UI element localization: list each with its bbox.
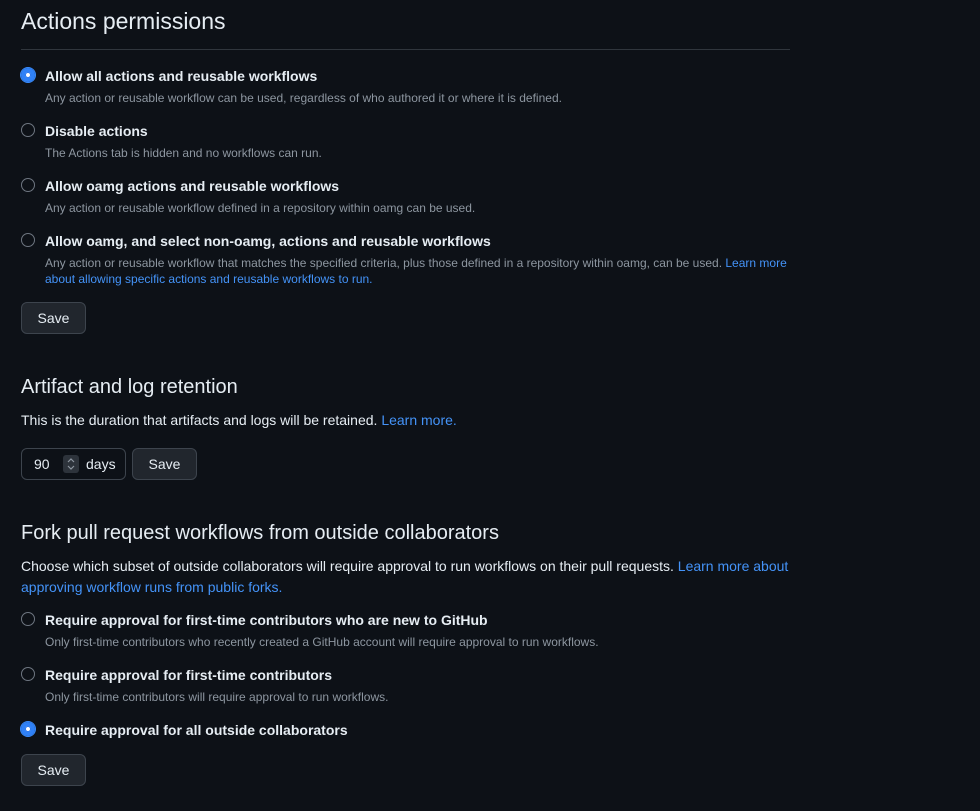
actions-permissions-title: Actions permissions — [21, 8, 226, 34]
retention-title: Artifact and log retention — [21, 376, 238, 398]
fork-pr-description-text: Choose which subset of outside collabora… — [21, 558, 674, 574]
radio-allow-org[interactable] — [21, 178, 35, 192]
radio-description: Any action or reusable workflow can be u… — [45, 91, 562, 105]
radio-label[interactable]: Require approval for first-time contribu… — [45, 666, 814, 684]
radio-description: Only first-time contributors will requir… — [45, 690, 389, 704]
approval-option-first-time[interactable]: Require approval for first-time contribu… — [21, 666, 814, 705]
actions-permissions-save-button[interactable]: Save — [21, 302, 86, 334]
approval-option-all-outside[interactable]: Require approval for all outside collabo… — [21, 721, 814, 739]
retention-save-button[interactable]: Save — [132, 448, 197, 480]
fork-pr-title: Fork pull request workflows from outside… — [21, 522, 499, 544]
radio-approval-all-outside[interactable] — [21, 722, 35, 736]
retention-description: This is the duration that artifacts and … — [21, 410, 457, 431]
retention-days-input-group[interactable]: 90 days — [21, 448, 126, 480]
retention-description-text: This is the duration that artifacts and … — [21, 412, 378, 428]
radio-label[interactable]: Require approval for all outside collabo… — [45, 721, 814, 739]
retention-days-suffix: days — [86, 456, 116, 472]
retention-days-input[interactable]: 90 — [34, 456, 62, 472]
radio-approval-new-to-github[interactable] — [21, 612, 35, 626]
approval-option-new-to-github[interactable]: Require approval for first-time contribu… — [21, 611, 814, 650]
permission-option-allow-all[interactable]: Allow all actions and reusable workflows… — [21, 67, 814, 106]
radio-allow-all[interactable] — [21, 68, 35, 82]
radio-description-text: Any action or reusable workflow that mat… — [45, 256, 723, 270]
radio-label[interactable]: Disable actions — [45, 122, 814, 140]
radio-disable-actions[interactable] — [21, 123, 35, 137]
fork-pr-description: Choose which subset of outside collabora… — [21, 556, 790, 598]
radio-approval-first-time[interactable] — [21, 667, 35, 681]
radio-description: Any action or reusable workflow that mat… — [45, 255, 814, 287]
radio-description: The Actions tab is hidden and no workflo… — [45, 146, 322, 160]
radio-label[interactable]: Require approval for first-time contribu… — [45, 611, 814, 629]
radio-description: Only first-time contributors who recentl… — [45, 635, 599, 649]
radio-description: Any action or reusable workflow defined … — [45, 201, 476, 215]
fork-pr-save-button[interactable]: Save — [21, 754, 86, 786]
number-spinner-icon[interactable] — [63, 455, 79, 473]
radio-label[interactable]: Allow all actions and reusable workflows — [45, 67, 814, 85]
radio-allow-select[interactable] — [21, 233, 35, 247]
section-divider — [21, 49, 790, 50]
retention-learn-more-link[interactable]: Learn more. — [381, 412, 456, 428]
permission-option-allow-org[interactable]: Allow oamg actions and reusable workflow… — [21, 177, 814, 216]
permission-option-disable[interactable]: Disable actions The Actions tab is hidde… — [21, 122, 814, 161]
radio-label[interactable]: Allow oamg actions and reusable workflow… — [45, 177, 814, 195]
permission-option-allow-select[interactable]: Allow oamg, and select non-oamg, actions… — [21, 232, 814, 287]
radio-label[interactable]: Allow oamg, and select non-oamg, actions… — [45, 232, 814, 250]
